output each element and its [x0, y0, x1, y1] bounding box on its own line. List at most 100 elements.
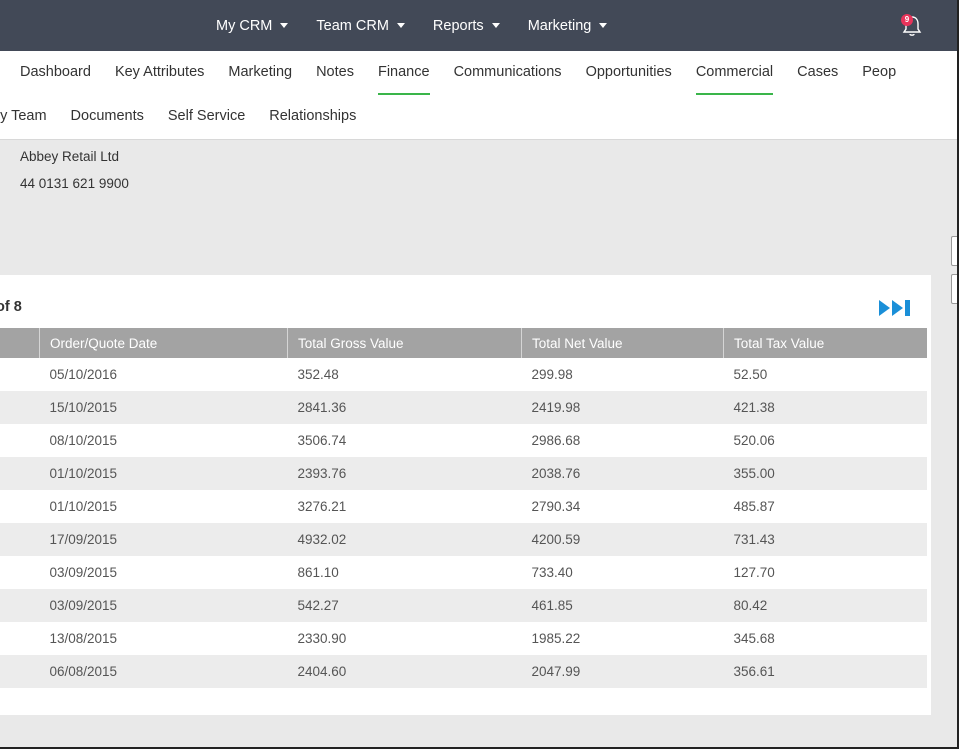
column-header-tax-value[interactable]: Total Tax Value [723, 328, 927, 358]
tab-documents[interactable]: Documents [59, 95, 156, 139]
table-row[interactable]: 06/08/2015 2404.60 2047.99 356.61 [0, 655, 927, 688]
table-cell [0, 523, 40, 556]
gross-value-cell: 4932.02 [287, 523, 522, 556]
table-cell [0, 556, 40, 589]
chevron-down-icon [396, 23, 405, 28]
gross-value-cell: 3506.74 [297, 433, 347, 448]
table-row[interactable]: 15/10/2015 2841.36 2419.98 421.38 [0, 391, 927, 424]
tax-value-cell: 345.68 [733, 631, 775, 646]
tab-relationships[interactable]: Relationships [257, 95, 368, 139]
gross-value-cell: 352.48 [297, 367, 339, 382]
net-value-cell: 1985.22 [531, 631, 581, 646]
side-action-button[interactable] [951, 236, 957, 266]
gross-value-cell: 3276.21 [297, 499, 347, 514]
orders-table: Order/Quote Date Total Gross Value Total… [0, 328, 927, 688]
tax-value-cell: 485.87 [733, 499, 775, 514]
column-header-gross-value[interactable]: Total Gross Value [287, 328, 522, 358]
account-phone: 44 0131 621 9900 [20, 176, 129, 191]
table-cell [0, 490, 40, 523]
chevron-down-icon [491, 23, 500, 28]
menu-reports-label: Reports [432, 17, 484, 34]
tax-value-cell: 421.38 [723, 391, 927, 424]
tab-opportunities[interactable]: Opportunities [574, 51, 684, 95]
tax-value-cell: 52.50 [733, 367, 768, 382]
tax-value-cell: 731.43 [723, 523, 927, 556]
tax-value-cell: 80.42 [723, 589, 927, 622]
chevron-down-icon [280, 23, 289, 28]
menu-my-crm-label: My CRM [216, 17, 273, 34]
tab-cases[interactable]: Cases [785, 51, 850, 95]
tab-dashboard[interactable]: Dashboard [8, 51, 103, 95]
tabs-row-2: ny Team Documents Self Service Relations… [0, 95, 368, 139]
column-header-net-value[interactable]: Total Net Value [521, 328, 724, 358]
table-row[interactable]: 01/10/2015 2393.76 2038.76 355.00 [0, 457, 927, 490]
top-nav-menu: My CRM Team CRM Reports Marketing [216, 0, 635, 51]
gross-value-cell: 542.27 [287, 589, 522, 622]
tax-value-cell: 356.61 [723, 655, 927, 688]
column-header-order-date[interactable]: Order/Quote Date [39, 328, 288, 358]
tab-people[interactable]: Peop [850, 51, 908, 95]
order-date-cell: 15/10/2015 [39, 391, 288, 424]
menu-team-crm[interactable]: Team CRM [316, 18, 405, 34]
order-date-cell: 03/09/2015 [49, 565, 118, 580]
menu-team-crm-label: Team CRM [316, 17, 389, 34]
table-row[interactable]: 13/08/2015 2330.90 1985.22 345.68 [0, 622, 927, 655]
record-tabs: Dashboard Key Attributes Marketing Notes… [0, 51, 957, 140]
tab-commercial[interactable]: Commercial [684, 51, 785, 95]
table-cell [0, 424, 40, 457]
column-header[interactable] [0, 328, 40, 358]
tab-marketing[interactable]: Marketing [216, 51, 304, 95]
side-action-button[interactable] [951, 274, 957, 304]
net-value-cell: 2047.99 [521, 655, 724, 688]
net-value-cell: 2986.68 [531, 433, 581, 448]
table-cell [0, 655, 40, 688]
order-date-cell: 08/10/2015 [49, 433, 118, 448]
app-window: My CRM Team CRM Reports Marketing 9 Dash… [0, 0, 959, 749]
order-date-cell: 01/10/2015 [39, 457, 288, 490]
order-date-cell: 01/10/2015 [49, 499, 118, 514]
tax-value-cell: 355.00 [723, 457, 927, 490]
tab-self-service[interactable]: Self Service [156, 95, 257, 139]
last-page-button[interactable] [877, 297, 913, 324]
table-row[interactable]: 05/10/2016 352.48 299.98 52.50 [0, 358, 927, 391]
order-date-cell: 05/10/2016 [49, 367, 118, 382]
net-value-cell: 461.85 [521, 589, 724, 622]
net-value-cell: 299.98 [531, 367, 573, 382]
menu-reports[interactable]: Reports [433, 18, 500, 34]
menu-my-crm[interactable]: My CRM [216, 17, 289, 34]
tab-key-attributes[interactable]: Key Attributes [103, 51, 216, 95]
gross-value-cell: 2841.36 [287, 391, 522, 424]
tabs-row-1: Dashboard Key Attributes Marketing Notes… [8, 51, 908, 95]
account-name: Abbey Retail Ltd [20, 149, 120, 164]
table-header-row: Order/Quote Date Total Gross Value Total… [0, 328, 927, 358]
order-date-cell: 13/08/2015 [49, 631, 118, 646]
chevron-down-icon [599, 23, 608, 28]
table-row[interactable]: 01/10/2015 3276.21 2790.34 485.87 [0, 490, 927, 523]
gross-value-cell: 2330.90 [297, 631, 347, 646]
table-row[interactable]: 17/09/2015 4932.02 4200.59 731.43 [0, 523, 927, 556]
tab-finance[interactable]: Finance [366, 51, 442, 95]
tax-value-cell: 520.06 [733, 433, 775, 448]
net-value-cell: 733.40 [531, 565, 573, 580]
menu-marketing[interactable]: Marketing [528, 18, 608, 34]
table-row[interactable]: 03/09/2015 861.10 733.40 127.70 [0, 556, 927, 589]
table-row[interactable]: 03/09/2015 542.27 461.85 80.42 [0, 589, 927, 622]
notifications-button[interactable]: 9 [901, 14, 923, 38]
table-row[interactable]: 08/10/2015 3506.74 2986.68 520.06 [0, 424, 927, 457]
tab-company-team[interactable]: ny Team [0, 95, 59, 139]
notification-count-badge: 9 [901, 14, 913, 26]
top-navigation-bar: My CRM Team CRM Reports Marketing 9 [0, 0, 957, 51]
table-cell [0, 457, 40, 490]
menu-marketing-label: Marketing [527, 17, 592, 34]
table-cell [0, 622, 40, 655]
table-cell [0, 391, 40, 424]
net-value-cell: 2038.76 [521, 457, 724, 490]
table-cell [0, 358, 40, 391]
tab-communications[interactable]: Communications [442, 51, 574, 95]
gross-value-cell: 861.10 [297, 565, 339, 580]
net-value-cell: 2419.98 [521, 391, 724, 424]
gross-value-cell: 2393.76 [287, 457, 522, 490]
pagination-label: of 8 [0, 299, 22, 315]
tab-notes[interactable]: Notes [304, 51, 366, 95]
order-date-cell: 03/09/2015 [39, 589, 288, 622]
